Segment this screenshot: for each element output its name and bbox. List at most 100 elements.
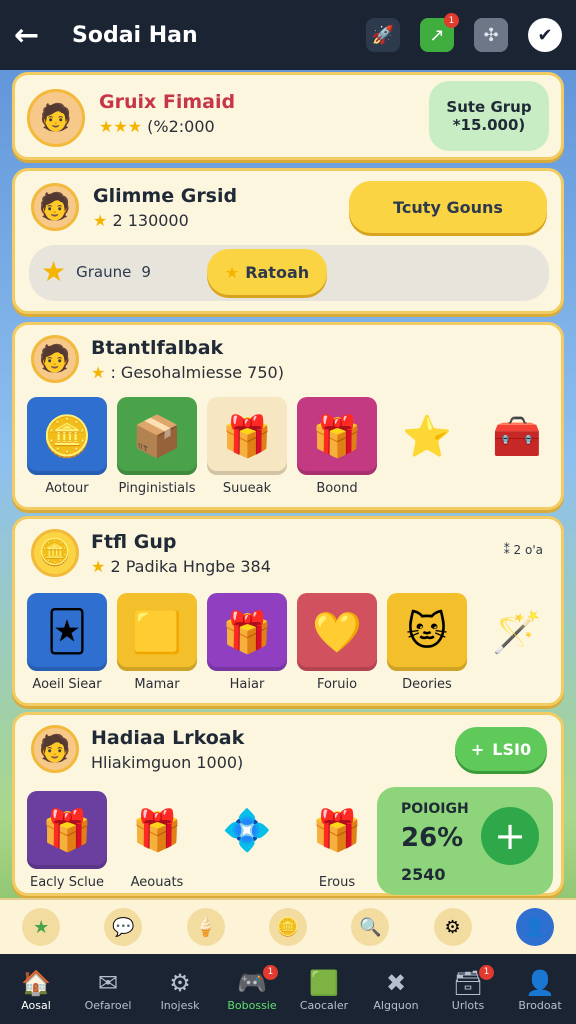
section-info: Hadiaa Lrkoak Hliakimguon 1000) bbox=[91, 727, 244, 772]
reward-tile[interactable]: 💠 bbox=[207, 791, 287, 890]
star-icon: ★ bbox=[224, 262, 240, 282]
reward-tile[interactable]: 🎁 Erous bbox=[297, 791, 377, 891]
group-chip[interactable]: ★ Graune 9 bbox=[41, 255, 151, 288]
star-icon[interactable]: ★ bbox=[22, 908, 61, 946]
reward-tile[interactable]: 🎁 Haiar bbox=[207, 593, 287, 692]
rocket-icon[interactable]: 🚀 bbox=[366, 18, 400, 52]
star-icon: ★ bbox=[93, 211, 108, 230]
heart-icon: 💛 bbox=[297, 593, 377, 671]
reward-tile[interactable]: 🧰 bbox=[477, 397, 557, 496]
corner-label: ⁑ 2 o'a bbox=[503, 543, 543, 557]
group-label: Sute Grup bbox=[446, 98, 532, 116]
nav-label: Aosal bbox=[21, 998, 51, 1012]
wand-icon: 🪄 bbox=[492, 609, 542, 656]
nav-item-algquon[interactable]: ✖ Algquon bbox=[360, 967, 432, 1012]
nav-item-bobossie[interactable]: 🎮 1 Bobossie bbox=[216, 964, 288, 1012]
group-chip-count: 9 bbox=[141, 262, 151, 281]
promo-box[interactable]: POIOIGH 26% 2540 + bbox=[377, 787, 553, 895]
player-avatar[interactable]: 🧑 bbox=[27, 89, 85, 147]
section-title: Hadiaa Lrkoak bbox=[91, 727, 245, 749]
profile-value: (%2:000 bbox=[147, 117, 215, 136]
reward-tile[interactable]: ⭐ bbox=[387, 397, 467, 496]
tcuty-gouns-button[interactable]: Tcuty Gouns bbox=[349, 181, 547, 233]
nav-item-inojesk[interactable]: ⚙ Inojesk bbox=[144, 967, 216, 1012]
tile-label: Aoeil Siear bbox=[32, 677, 102, 692]
nav-label: Brodoat bbox=[518, 998, 562, 1012]
search-icon[interactable]: 🔍 bbox=[351, 908, 390, 946]
reward-tile[interactable]: 💛 Foruio bbox=[297, 593, 377, 692]
promo-label: POIOIGH bbox=[401, 801, 469, 817]
section-subtitle: Hliakimguon 1000) bbox=[91, 753, 244, 772]
tile-label: Foruio bbox=[316, 677, 358, 692]
tile-label: Mamar bbox=[134, 677, 180, 692]
settings-icon[interactable]: ⚙ bbox=[433, 908, 472, 946]
reward-tile[interactable]: 🪄 bbox=[477, 593, 557, 692]
gift-icon: 🎁 bbox=[297, 397, 377, 475]
section-ftfl-gup: 🪙 Ftfl Gup ★ 2 Padika Hngbe 384 ⁑ 2 o'a … bbox=[12, 516, 564, 706]
bottom-nav: 🏠 Aosal ✉ Oefaroel ⚙ Inojesk 🎮 1 Bobossie 🟩 Ca… bbox=[0, 954, 576, 1024]
card-icon: 🃏 bbox=[27, 593, 107, 671]
reward-tile[interactable]: 🃏 Aoeil Siear bbox=[27, 593, 107, 692]
notification-badge: 1 bbox=[263, 964, 278, 980]
group-chip-label: Graune bbox=[76, 262, 132, 281]
nav-label: Urlots bbox=[451, 998, 485, 1012]
notification-badge: 1 bbox=[479, 964, 494, 980]
section-avatar: 🪙 bbox=[31, 529, 79, 577]
shield-icon[interactable]: ✔ bbox=[528, 18, 562, 52]
reward-tile[interactable]: 🎁 Boond bbox=[297, 397, 377, 496]
section-hadiaa-lrkoak: 🧑 Hadiaa Lrkoak Hliakimguon 1000) + LSI0… bbox=[12, 712, 564, 896]
link-icon[interactable]: ↗ 1 bbox=[420, 13, 459, 52]
lsi0-button[interactable]: + LSI0 bbox=[455, 727, 547, 771]
promo-bottom: 2540 bbox=[401, 865, 446, 884]
tile-label: Eacly Sclue bbox=[29, 875, 104, 890]
coin-icon: 🪙 bbox=[27, 397, 107, 475]
ratoah-button[interactable]: ★ Ratoah bbox=[207, 249, 327, 295]
gear-icon: ⚙ bbox=[169, 968, 191, 997]
section-subtitle-text: 2 Padika Hngbe 384 bbox=[110, 557, 271, 576]
page-title: Sodai Han bbox=[72, 22, 198, 48]
nav-label: Oefaroel bbox=[84, 998, 132, 1012]
toolbox-icon: 🧰 bbox=[492, 413, 542, 460]
group-badge[interactable]: Sute Grup *15.000) bbox=[429, 81, 549, 151]
section-avatar: 🧑 bbox=[31, 725, 79, 773]
nav-label: Inojesk bbox=[160, 998, 200, 1012]
section-title: Ftfl Gup bbox=[91, 531, 177, 553]
profile-stats: ★★★ (%2:000 bbox=[99, 117, 235, 136]
chat-icon[interactable]: 💬 bbox=[104, 908, 143, 946]
nav-item-oefaroel[interactable]: ✉ Oefaroel bbox=[72, 967, 144, 1012]
section-subtitle: ★ 2 Padika Hngbe 384 bbox=[91, 557, 271, 576]
coin-icon[interactable]: 🪙 bbox=[268, 908, 307, 946]
reward-tile[interactable]: 🎁 Aeouats bbox=[117, 791, 197, 891]
reward-tile[interactable]: 🟨 Mamar bbox=[117, 593, 197, 692]
reward-tile-row: 🃏 Aoeil Siear 🟨 Mamar 🎁 Haiar 💛 Foruio 🐱 Deor… bbox=[27, 593, 557, 692]
plus-icon[interactable]: + bbox=[481, 807, 539, 865]
reward-tile[interactable]: 🎁 Eacly Sclue bbox=[27, 791, 107, 890]
gift-icon: 🎁 bbox=[207, 593, 287, 671]
reward-tile[interactable]: 📦 Pinginistials bbox=[117, 397, 197, 496]
nav-item-aosal[interactable]: 🏠 Aosal bbox=[0, 967, 72, 1012]
top-bar: ← Sodai Han 🚀 ↗ 1 ✣ ✔ bbox=[0, 0, 576, 70]
reward-tile[interactable]: 🐱 Deories bbox=[387, 593, 467, 692]
nav-item-caocaler[interactable]: 🟩 Caocaler bbox=[288, 967, 360, 1012]
cat-icon: 🐱 bbox=[387, 593, 467, 671]
reward-tile[interactable]: 🎁 Suueak bbox=[207, 397, 287, 496]
profile-icon[interactable]: 👤 bbox=[515, 908, 554, 946]
tile-label: Deories bbox=[402, 677, 452, 692]
ice-cream-icon[interactable]: 🍦 bbox=[186, 908, 225, 946]
notification-badge: 1 bbox=[444, 13, 459, 28]
tile-label: Erous bbox=[318, 875, 356, 890]
reward-tile[interactable]: 🪙 Aotour bbox=[27, 397, 107, 496]
nav-label: Algquon bbox=[373, 998, 419, 1012]
tile-label: Suueak bbox=[222, 481, 272, 496]
nav-item-brodoat[interactable]: 👤 Brodoat bbox=[504, 967, 576, 1012]
game-action-row: ★ Graune 9 ★ Ratoah bbox=[29, 245, 549, 301]
back-arrow-icon[interactable]: ← bbox=[14, 18, 54, 53]
action-bar: ★ 💬 🍦 🪙 🔍 ⚙ 👤 bbox=[0, 898, 576, 954]
puzzle-icon[interactable]: ✣ bbox=[474, 18, 508, 52]
nav-label: Caocaler bbox=[299, 998, 349, 1012]
tile-label: Haiar bbox=[229, 677, 265, 692]
nav-item-urlots[interactable]: 🗃 1 Urlots bbox=[432, 964, 504, 1012]
star-icon: ★ bbox=[91, 557, 106, 576]
game-icon: 🎮 1 bbox=[216, 964, 288, 999]
game-avatar: 🧑 bbox=[31, 183, 79, 231]
